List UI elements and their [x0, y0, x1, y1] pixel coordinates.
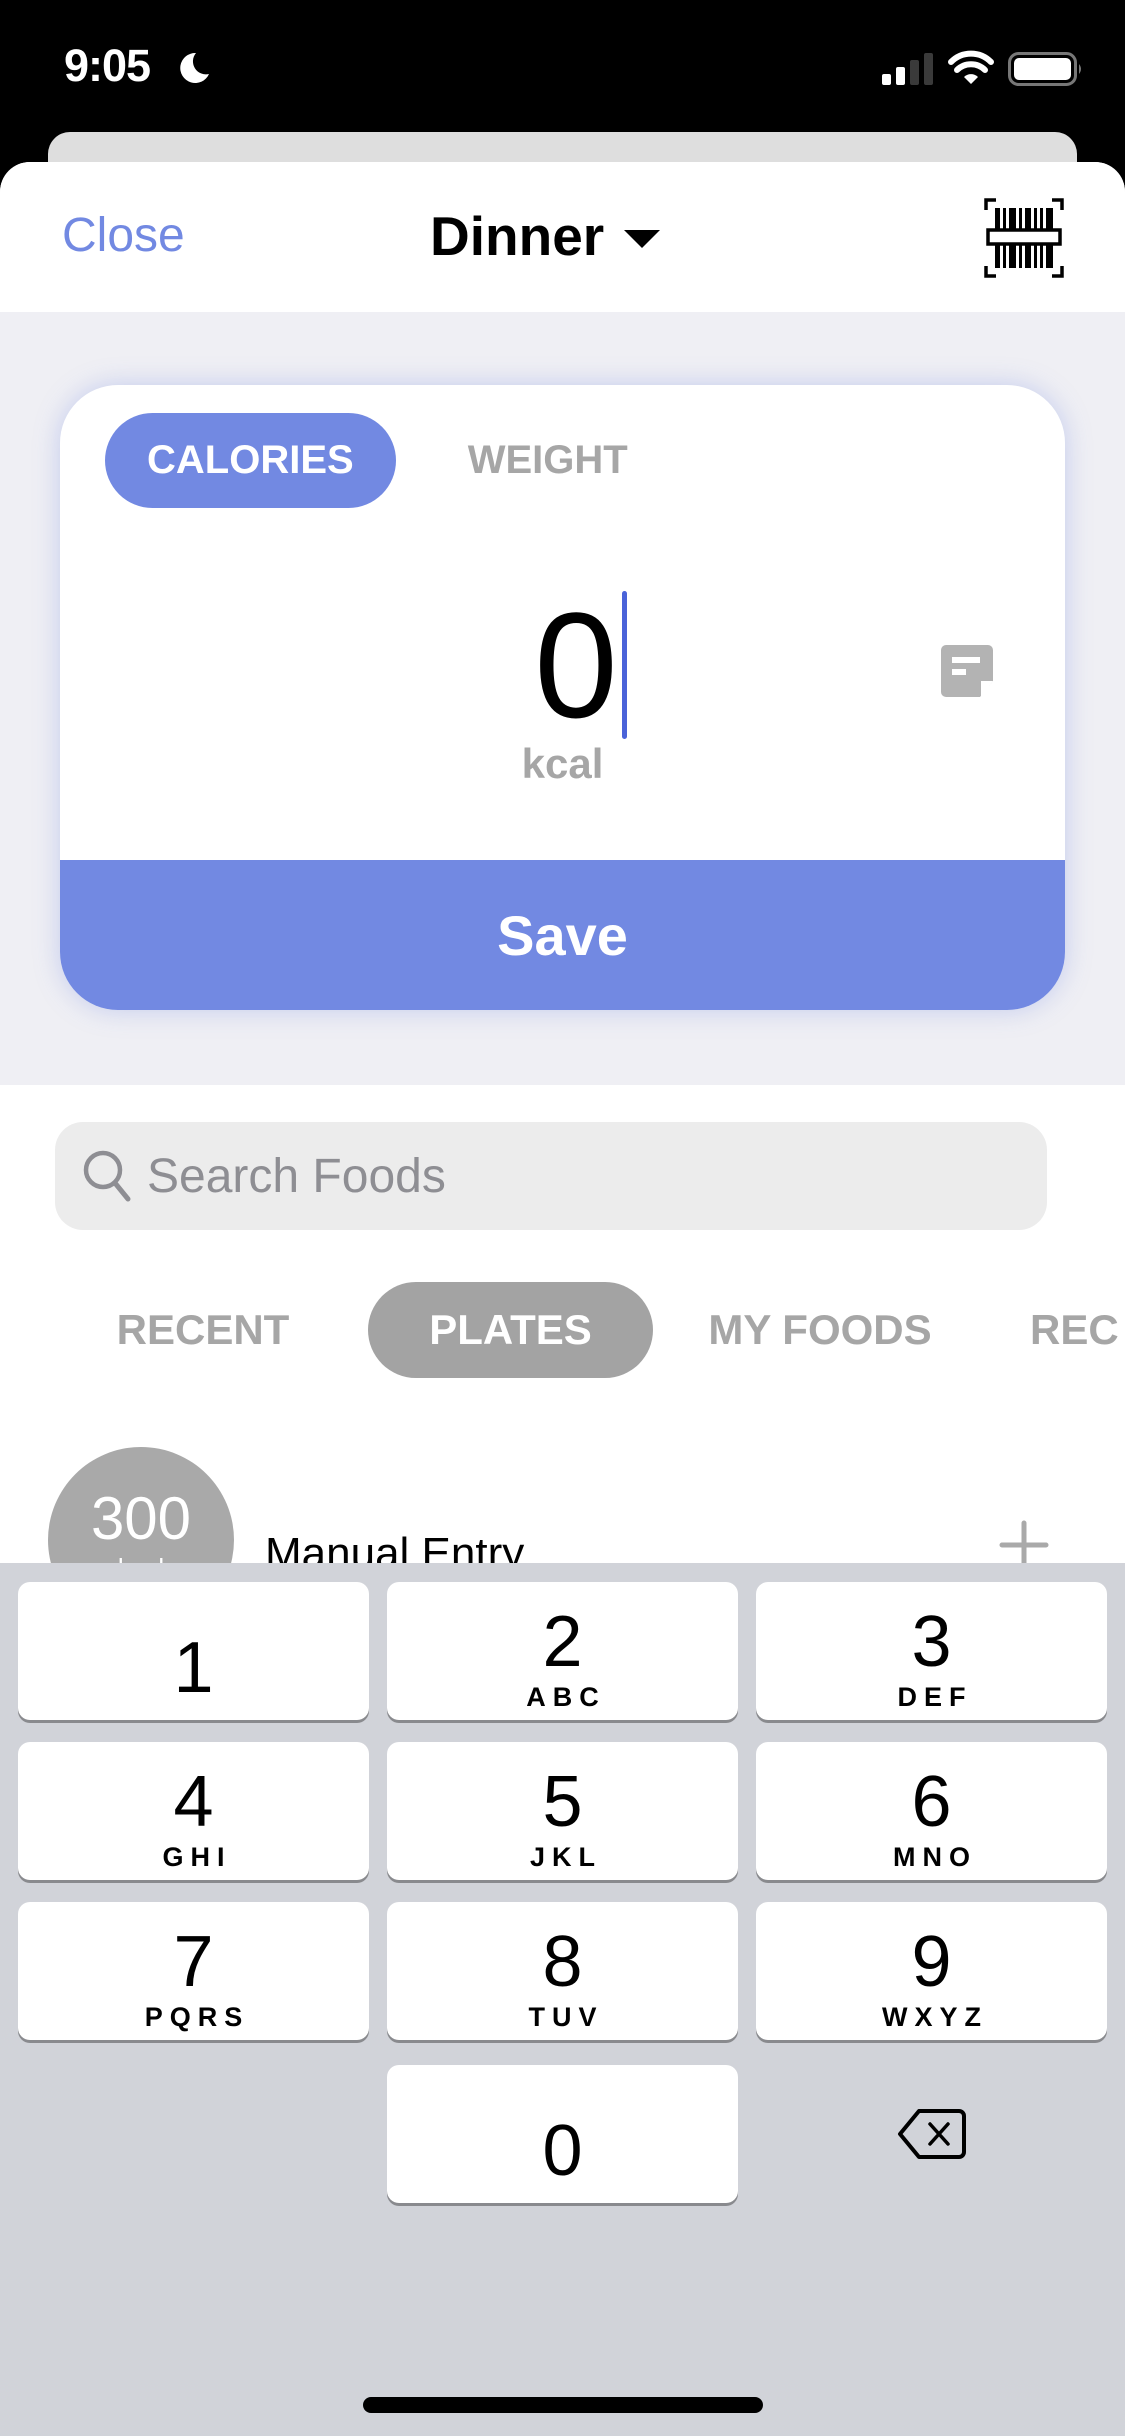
key-letters: TUV: [528, 2001, 604, 2032]
tab-calories[interactable]: CALORIES: [105, 413, 396, 508]
key-digit: 6: [911, 1761, 952, 1842]
key-letters: WXYZ: [882, 2001, 988, 2032]
tab-weight[interactable]: WEIGHT: [426, 413, 670, 508]
key-digit: 2: [542, 1601, 583, 1682]
close-button[interactable]: Close: [62, 208, 185, 263]
key-letters: ABC: [526, 1681, 606, 1712]
key-letters: JKL: [529, 1841, 602, 1872]
key-letters: MNO: [893, 1841, 977, 1872]
moon-icon: [180, 52, 209, 83]
meal-title: Dinner: [430, 205, 605, 267]
key-digit: 5: [542, 1761, 583, 1842]
key-digit: 1: [173, 1628, 214, 1708]
key-6[interactable]: 6 MNO: [756, 1742, 1107, 1880]
search-icon: [83, 1150, 131, 1202]
key-digit: 8: [542, 1921, 583, 2002]
search-bar[interactable]: [55, 1122, 1047, 1230]
key-digit: 0: [542, 2111, 583, 2191]
battery-icon: [1008, 52, 1081, 86]
note-icon[interactable]: [940, 643, 994, 699]
barcode-scan-icon[interactable]: [982, 196, 1066, 280]
text-cursor: [621, 591, 627, 739]
mode-tabs: CALORIES WEIGHT: [105, 413, 670, 508]
tab-plates[interactable]: PLATES: [368, 1282, 653, 1378]
key-2[interactable]: 2 ABC: [387, 1582, 738, 1720]
tab-recent[interactable]: RECENT: [88, 1282, 318, 1378]
key-0[interactable]: 0: [387, 2065, 738, 2203]
tab-recipes[interactable]: REC: [1030, 1282, 1125, 1378]
calorie-value[interactable]: 0: [534, 590, 617, 740]
signal-icon: [882, 53, 933, 85]
calorie-entry-card: CALORIES WEIGHT 0 kcal Save: [60, 385, 1065, 1010]
key-5[interactable]: 5 JKL: [387, 1742, 738, 1880]
key-3[interactable]: 3 DEF: [756, 1582, 1107, 1720]
search-input[interactable]: [147, 1148, 1027, 1204]
status-bar: 9:05: [0, 0, 1125, 132]
key-letters: PQRS: [144, 2001, 250, 2032]
key-9[interactable]: 9 WXYZ: [756, 1902, 1107, 2040]
key-7[interactable]: 7 PQRS: [18, 1902, 369, 2040]
key-digit: 9: [911, 1921, 952, 2002]
backspace-icon: [897, 2109, 966, 2159]
meal-selector[interactable]: Dinner: [430, 204, 661, 268]
key-digit: 4: [173, 1761, 214, 1842]
kcal-badge-value: 300: [90, 1485, 192, 1552]
key-4[interactable]: 4 GHI: [18, 1742, 369, 1880]
numeric-keypad: 1 2 ABC 3 DEF 4 GHI 5 JKL 6 MNO 7 PQRS 8…: [0, 1563, 1125, 2436]
key-8[interactable]: 8 TUV: [387, 1902, 738, 2040]
calorie-value-field[interactable]: 0 kcal: [60, 590, 1065, 788]
backspace-key[interactable]: [756, 2065, 1107, 2203]
unit-label: kcal: [521, 740, 604, 787]
wifi-icon: [948, 50, 994, 84]
caret-down-icon: [624, 230, 661, 248]
entry-area: CALORIES WEIGHT 0 kcal Save: [0, 312, 1125, 1085]
status-time: 9:05: [64, 40, 151, 91]
tab-my-foods[interactable]: MY FOODS: [695, 1282, 945, 1378]
key-1[interactable]: 1: [18, 1582, 369, 1720]
key-letters: DEF: [897, 1681, 973, 1712]
key-letters: GHI: [162, 1841, 232, 1872]
save-button[interactable]: Save: [60, 860, 1065, 1010]
home-indicator[interactable]: [363, 2397, 763, 2413]
key-digit: 7: [173, 1921, 214, 2002]
nav-bar: Close Dinner: [0, 162, 1125, 312]
key-digit: 3: [911, 1601, 952, 1682]
food-category-tabs: RECENT PLATES MY FOODS REC: [0, 1282, 1125, 1378]
